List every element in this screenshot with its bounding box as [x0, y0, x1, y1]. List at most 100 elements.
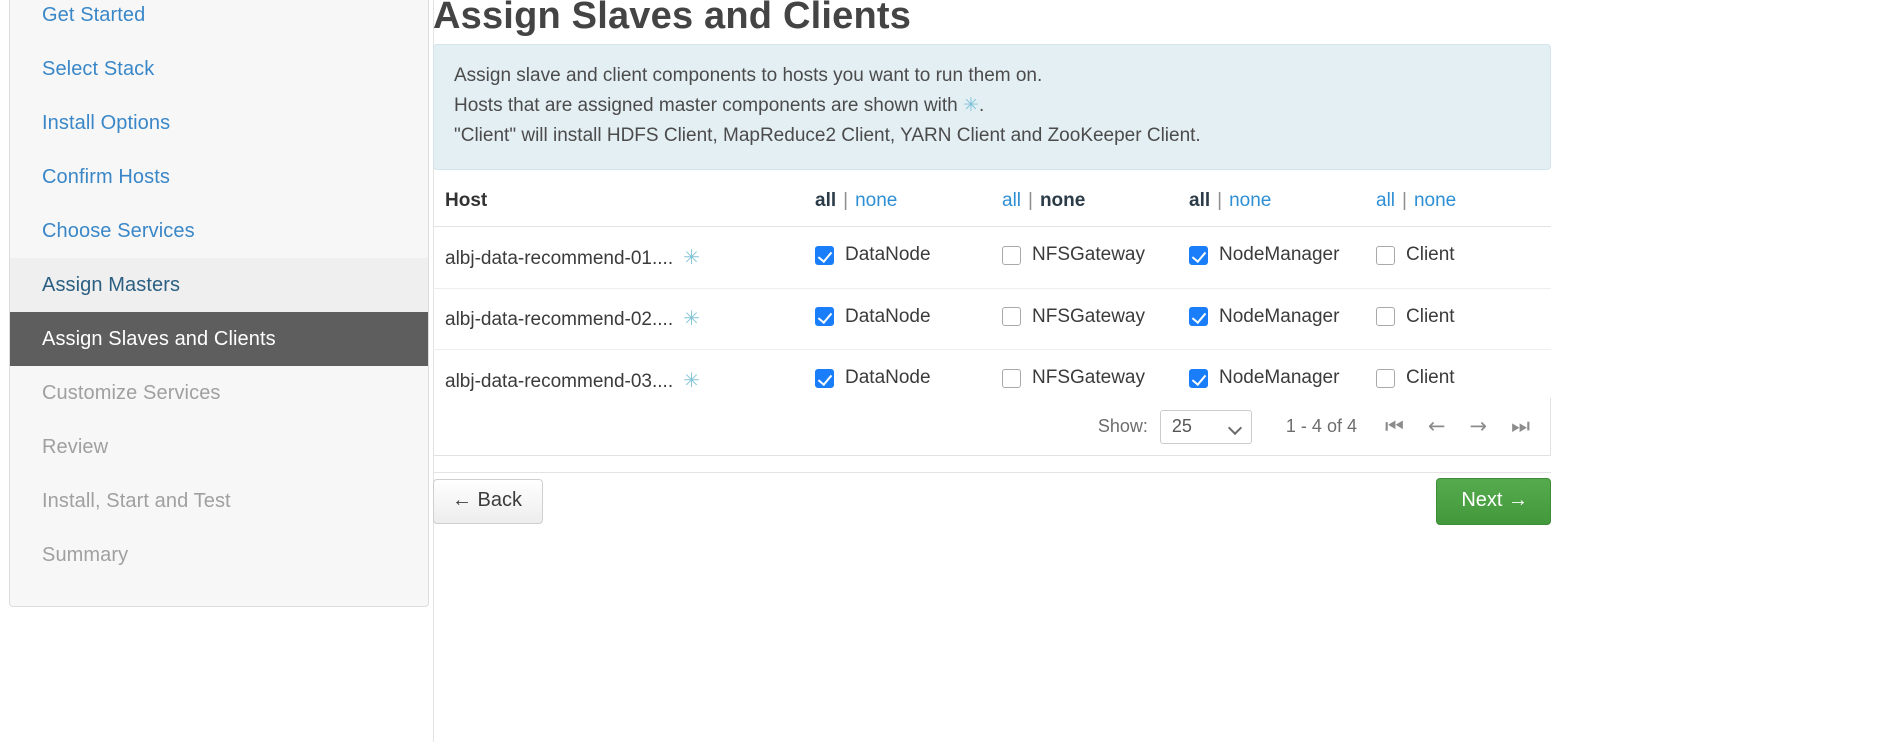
all-none-toggle-datanode: all | none: [815, 190, 897, 211]
checkbox-unchecked-icon[interactable]: [1002, 245, 1021, 265]
toggle-separator: |: [843, 190, 849, 211]
column-header-host: Host: [433, 176, 803, 227]
sidebar-step-select-stack[interactable]: Select Stack: [10, 42, 428, 96]
wizard-step-nav: Get Started Select Stack Install Options Co…: [9, 0, 429, 607]
component-checkbox-client[interactable]: Client: [1376, 367, 1455, 389]
component-label: DataNode: [845, 244, 931, 265]
table-head: Host all | none all | none all | none all | none: [433, 176, 1551, 227]
info-line-1: Assign slave and client components to ho…: [454, 65, 1043, 86]
sidebar-step-review: Review: [42, 435, 109, 458]
chevron-down-icon: [1230, 423, 1243, 431]
sidebar-step-summary: Summary: [42, 543, 129, 566]
component-cell-client: Client: [1364, 288, 1551, 350]
component-checkbox-nodemanager[interactable]: NodeManager: [1189, 306, 1339, 328]
component-checkbox-datanode[interactable]: DataNode: [815, 306, 931, 328]
column-header-nfsgateway: all | none: [990, 176, 1177, 227]
checkbox-checked-icon[interactable]: [1189, 245, 1208, 265]
table-row: albj-data-recommend-02.... ✳ DataNode NFSGa…: [433, 288, 1551, 350]
component-checkbox-nfsgateway[interactable]: NFSGateway: [1002, 367, 1145, 389]
info-line-3: "Client" will install HDFS Client, MapRe…: [454, 125, 1201, 146]
component-checkbox-client[interactable]: Client: [1376, 306, 1455, 328]
component-label: NFSGateway: [1032, 367, 1145, 388]
checkbox-checked-icon[interactable]: [815, 307, 834, 326]
next-button[interactable]: Next →: [1436, 478, 1551, 525]
toggle-separator: |: [1402, 190, 1407, 211]
component-label: NodeManager: [1219, 367, 1340, 388]
select-none-client[interactable]: none: [1414, 190, 1456, 211]
checkbox-unchecked-icon[interactable]: [1376, 245, 1395, 265]
host-name: albj-data-recommend-03....: [445, 370, 674, 392]
master-marker-icon: ✳: [683, 246, 700, 269]
component-label: DataNode: [845, 367, 931, 388]
component-label: Client: [1406, 367, 1455, 388]
host-cell: albj-data-recommend-02.... ✳: [433, 288, 803, 350]
back-button[interactable]: ← Back: [433, 479, 544, 524]
toggle-separator: |: [1028, 190, 1033, 211]
component-label: Client: [1406, 305, 1455, 327]
component-checkbox-client[interactable]: Client: [1376, 244, 1455, 266]
sidebar-step-assign-slaves-and-clients[interactable]: Assign Slaves and Clients: [10, 312, 428, 366]
all-none-toggle-client: all | none: [1376, 190, 1456, 211]
column-header-client: all | none: [1364, 176, 1551, 227]
component-checkbox-nfsgateway[interactable]: NFSGateway: [1002, 306, 1145, 328]
host-cell: albj-data-recommend-01.... ✳: [433, 226, 803, 289]
checkbox-checked-icon[interactable]: [815, 368, 834, 388]
select-none-nfsgateway[interactable]: none: [1040, 190, 1085, 211]
select-none-nodemanager[interactable]: none: [1229, 190, 1271, 211]
table-row: albj-data-recommend-01.... ✳ DataNode NFSGa…: [433, 226, 1551, 289]
page-size-value: 25: [1171, 416, 1192, 436]
next-page-icon[interactable]: →: [1469, 416, 1487, 437]
checkbox-checked-icon[interactable]: [1189, 307, 1208, 326]
info-line-2-suffix: .: [978, 95, 985, 116]
component-cell-nfsgateway: NFSGateway: [990, 226, 1177, 289]
component-checkbox-datanode[interactable]: DataNode: [815, 367, 931, 389]
toggle-separator: |: [1217, 190, 1223, 211]
sidebar-step-install-start-and-test: Install, Start and Test: [42, 489, 231, 512]
component-label: NFSGateway: [1032, 305, 1145, 327]
previous-page-icon[interactable]: ←: [1428, 416, 1446, 437]
select-all-nodemanager[interactable]: all: [1189, 190, 1210, 211]
checkbox-unchecked-icon[interactable]: [1376, 368, 1395, 388]
host-name: albj-data-recommend-02....: [445, 309, 674, 331]
component-label: NFSGateway: [1032, 244, 1145, 265]
sidebar-step-customize-services: Customize Services: [42, 381, 221, 404]
component-checkbox-nfsgateway[interactable]: NFSGateway: [1002, 244, 1145, 266]
page-size-select[interactable]: 25: [1159, 409, 1252, 444]
sidebar-step-install-options[interactable]: Install Options: [10, 96, 428, 150]
install-wizard-page: Get Started Select Stack Install Options Co…: [0, 0, 1894, 742]
component-cell-datanode: DataNode: [803, 226, 990, 289]
sidebar-step-confirm-hosts[interactable]: Confirm Hosts: [10, 150, 428, 204]
wizard-actions: ← Back Next →: [433, 478, 1551, 525]
first-page-icon[interactable]: ⏮: [1385, 416, 1404, 437]
component-label: DataNode: [845, 305, 931, 327]
select-none-datanode[interactable]: none: [855, 190, 897, 211]
sidebar-step-get-started[interactable]: Get Started: [10, 0, 428, 42]
checkbox-unchecked-icon[interactable]: [1002, 307, 1021, 326]
info-line-2-text: Hosts that are assigned master component…: [454, 95, 964, 116]
checkbox-unchecked-icon[interactable]: [1002, 368, 1021, 388]
table-header-row: Host all | none all | none all | none all | none: [433, 176, 1551, 227]
component-label: NodeManager: [1219, 244, 1340, 265]
component-checkbox-datanode[interactable]: DataNode: [815, 244, 931, 266]
table-pagination: Show: 25 1 - 4 of 4 ⏮ ← → ⏭: [433, 398, 1551, 456]
component-label: NodeManager: [1219, 305, 1340, 327]
checkbox-checked-icon[interactable]: [815, 245, 834, 265]
select-all-nfsgateway[interactable]: all: [1002, 190, 1021, 211]
component-checkbox-nodemanager[interactable]: NodeManager: [1189, 367, 1339, 389]
component-checkbox-nodemanager[interactable]: NodeManager: [1189, 244, 1339, 266]
all-none-toggle-nodemanager: all | none: [1189, 190, 1271, 211]
sidebar-step-assign-masters[interactable]: Assign Masters: [10, 258, 428, 312]
column-header-nodemanager: all | none: [1177, 176, 1364, 227]
master-marker-icon: ✳: [683, 308, 700, 331]
column-header-datanode: all | none: [803, 176, 990, 227]
pagination-controls: ⏮ ← → ⏭: [1385, 416, 1530, 437]
sidebar-step-choose-services[interactable]: Choose Services: [10, 204, 428, 258]
checkbox-unchecked-icon[interactable]: [1376, 307, 1395, 326]
component-cell-datanode: DataNode: [803, 288, 990, 350]
sidebar-column: Get Started Select Stack Install Options Co…: [0, 0, 433, 742]
last-page-icon[interactable]: ⏭: [1511, 416, 1530, 437]
host-name: albj-data-recommend-01....: [445, 247, 674, 269]
select-all-client[interactable]: all: [1376, 190, 1395, 211]
checkbox-checked-icon[interactable]: [1189, 368, 1208, 388]
select-all-datanode[interactable]: all: [815, 190, 836, 211]
